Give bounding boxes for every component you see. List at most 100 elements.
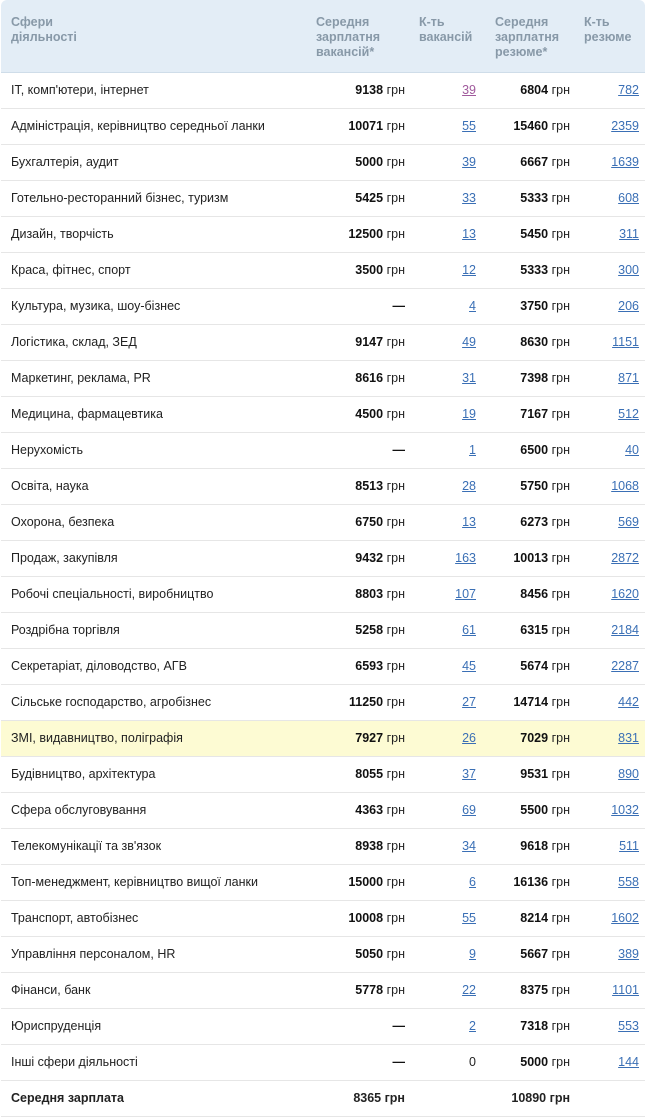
resume-count-link[interactable]: 2359	[611, 119, 639, 133]
resume-count-link[interactable]: 512	[618, 407, 639, 421]
vacancy-count-link[interactable]: 55	[462, 911, 476, 925]
vacancy-count[interactable]: 13	[413, 504, 489, 541]
resume-count[interactable]: 2287	[578, 648, 645, 685]
resume-count[interactable]: 144	[578, 1044, 645, 1081]
vacancy-count-link[interactable]: 107	[455, 587, 476, 601]
vacancy-count[interactable]: 27	[413, 684, 489, 721]
vacancy-count-link[interactable]: 4	[469, 299, 476, 313]
resume-count-link[interactable]: 144	[618, 1055, 639, 1069]
vacancy-count-link[interactable]: 2	[469, 1019, 476, 1033]
resume-count[interactable]: 558	[578, 864, 645, 901]
vacancy-count[interactable]: 49	[413, 324, 489, 361]
vacancy-count-link[interactable]: 33	[462, 191, 476, 205]
vacancy-count-link[interactable]: 1	[469, 443, 476, 457]
resume-count[interactable]: 512	[578, 396, 645, 433]
vacancy-count-link[interactable]: 6	[469, 875, 476, 889]
vacancy-count-link[interactable]: 34	[462, 839, 476, 853]
vacancy-count-link[interactable]: 45	[462, 659, 476, 673]
resume-count[interactable]: 608	[578, 180, 645, 217]
vacancy-count-link[interactable]: 31	[462, 371, 476, 385]
resume-count[interactable]: 1151	[578, 324, 645, 361]
vacancy-count-link[interactable]: 55	[462, 119, 476, 133]
vacancy-count[interactable]: 13	[413, 216, 489, 253]
vacancy-count[interactable]: 39	[413, 144, 489, 181]
resume-count[interactable]: 1639	[578, 144, 645, 181]
vacancy-count-link[interactable]: 19	[462, 407, 476, 421]
vacancy-count-link[interactable]: 13	[462, 227, 476, 241]
resume-count[interactable]: 831	[578, 720, 645, 757]
resume-count-link[interactable]: 2184	[611, 623, 639, 637]
vacancy-count[interactable]: 33	[413, 180, 489, 217]
vacancy-count-link[interactable]: 163	[455, 551, 476, 565]
vacancy-count[interactable]: 1	[413, 432, 489, 469]
resume-count-link[interactable]: 1639	[611, 155, 639, 169]
resume-count-link[interactable]: 782	[618, 83, 639, 97]
vacancy-count[interactable]: 28	[413, 468, 489, 505]
resume-count-link[interactable]: 1602	[611, 911, 639, 925]
resume-count[interactable]: 553	[578, 1008, 645, 1045]
resume-count-link[interactable]: 1032	[611, 803, 639, 817]
vacancy-count[interactable]: 22	[413, 972, 489, 1009]
resume-count-link[interactable]: 311	[619, 227, 639, 241]
vacancy-count[interactable]: 26	[413, 720, 489, 757]
vacancy-count-link[interactable]: 61	[462, 623, 476, 637]
vacancy-count[interactable]: 4	[413, 288, 489, 325]
vacancy-count-link[interactable]: 13	[462, 515, 476, 529]
vacancy-count-link[interactable]: 22	[462, 983, 476, 997]
vacancy-count[interactable]: 55	[413, 108, 489, 145]
vacancy-count[interactable]: 39	[413, 72, 489, 109]
vacancy-count[interactable]: 2	[413, 1008, 489, 1045]
vacancy-count-link[interactable]: 26	[462, 731, 476, 745]
resume-count[interactable]: 569	[578, 504, 645, 541]
vacancy-count[interactable]: 107	[413, 576, 489, 613]
vacancy-count[interactable]: 55	[413, 900, 489, 937]
resume-count-link[interactable]: 831	[618, 731, 639, 745]
resume-count-link[interactable]: 1151	[612, 335, 639, 349]
resume-count[interactable]: 300	[578, 252, 645, 289]
resume-count[interactable]: 890	[578, 756, 645, 793]
resume-count-link[interactable]: 511	[619, 839, 639, 853]
resume-count[interactable]: 206	[578, 288, 645, 325]
vacancy-count[interactable]: 9	[413, 936, 489, 973]
resume-count[interactable]: 1068	[578, 468, 645, 505]
vacancy-count-link[interactable]: 69	[462, 803, 476, 817]
resume-count-link[interactable]: 871	[618, 371, 639, 385]
resume-count-link[interactable]: 890	[618, 767, 639, 781]
resume-count-link[interactable]: 553	[618, 1019, 639, 1033]
vacancy-count[interactable]: 61	[413, 612, 489, 649]
resume-count[interactable]: 1602	[578, 900, 645, 937]
vacancy-count[interactable]: 12	[413, 252, 489, 289]
vacancy-count-link[interactable]: 12	[462, 263, 476, 277]
vacancy-count[interactable]: 6	[413, 864, 489, 901]
resume-count[interactable]: 40	[578, 432, 645, 469]
vacancy-count-link[interactable]: 37	[462, 767, 476, 781]
vacancy-count-link[interactable]: 39	[462, 83, 476, 97]
resume-count-link[interactable]: 558	[618, 875, 639, 889]
vacancy-count-link[interactable]: 27	[462, 695, 476, 709]
vacancy-count-link[interactable]: 28	[462, 479, 476, 493]
vacancy-count[interactable]: 31	[413, 360, 489, 397]
resume-count[interactable]: 2184	[578, 612, 645, 649]
resume-count[interactable]: 311	[578, 216, 645, 253]
resume-count-link[interactable]: 300	[618, 263, 639, 277]
resume-count-link[interactable]: 389	[618, 947, 639, 961]
resume-count-link[interactable]: 569	[618, 515, 639, 529]
vacancy-count[interactable]: 45	[413, 648, 489, 685]
vacancy-count-link[interactable]: 9	[469, 947, 476, 961]
resume-count-link[interactable]: 1068	[611, 479, 639, 493]
resume-count[interactable]: 1101	[578, 972, 645, 1009]
resume-count-link[interactable]: 1620	[611, 587, 639, 601]
resume-count-link[interactable]: 40	[625, 443, 639, 457]
resume-count-link[interactable]: 1101	[612, 983, 639, 997]
resume-count[interactable]: 442	[578, 684, 645, 721]
resume-count[interactable]: 871	[578, 360, 645, 397]
resume-count-link[interactable]: 442	[618, 695, 639, 709]
vacancy-count[interactable]: 69	[413, 792, 489, 829]
vacancy-count[interactable]: 163	[413, 540, 489, 577]
vacancy-count[interactable]: 19	[413, 396, 489, 433]
resume-count-link[interactable]: 2872	[611, 551, 639, 565]
resume-count[interactable]: 389	[578, 936, 645, 973]
resume-count[interactable]: 782	[578, 72, 645, 109]
resume-count[interactable]: 2359	[578, 108, 645, 145]
resume-count[interactable]: 1620	[578, 576, 645, 613]
